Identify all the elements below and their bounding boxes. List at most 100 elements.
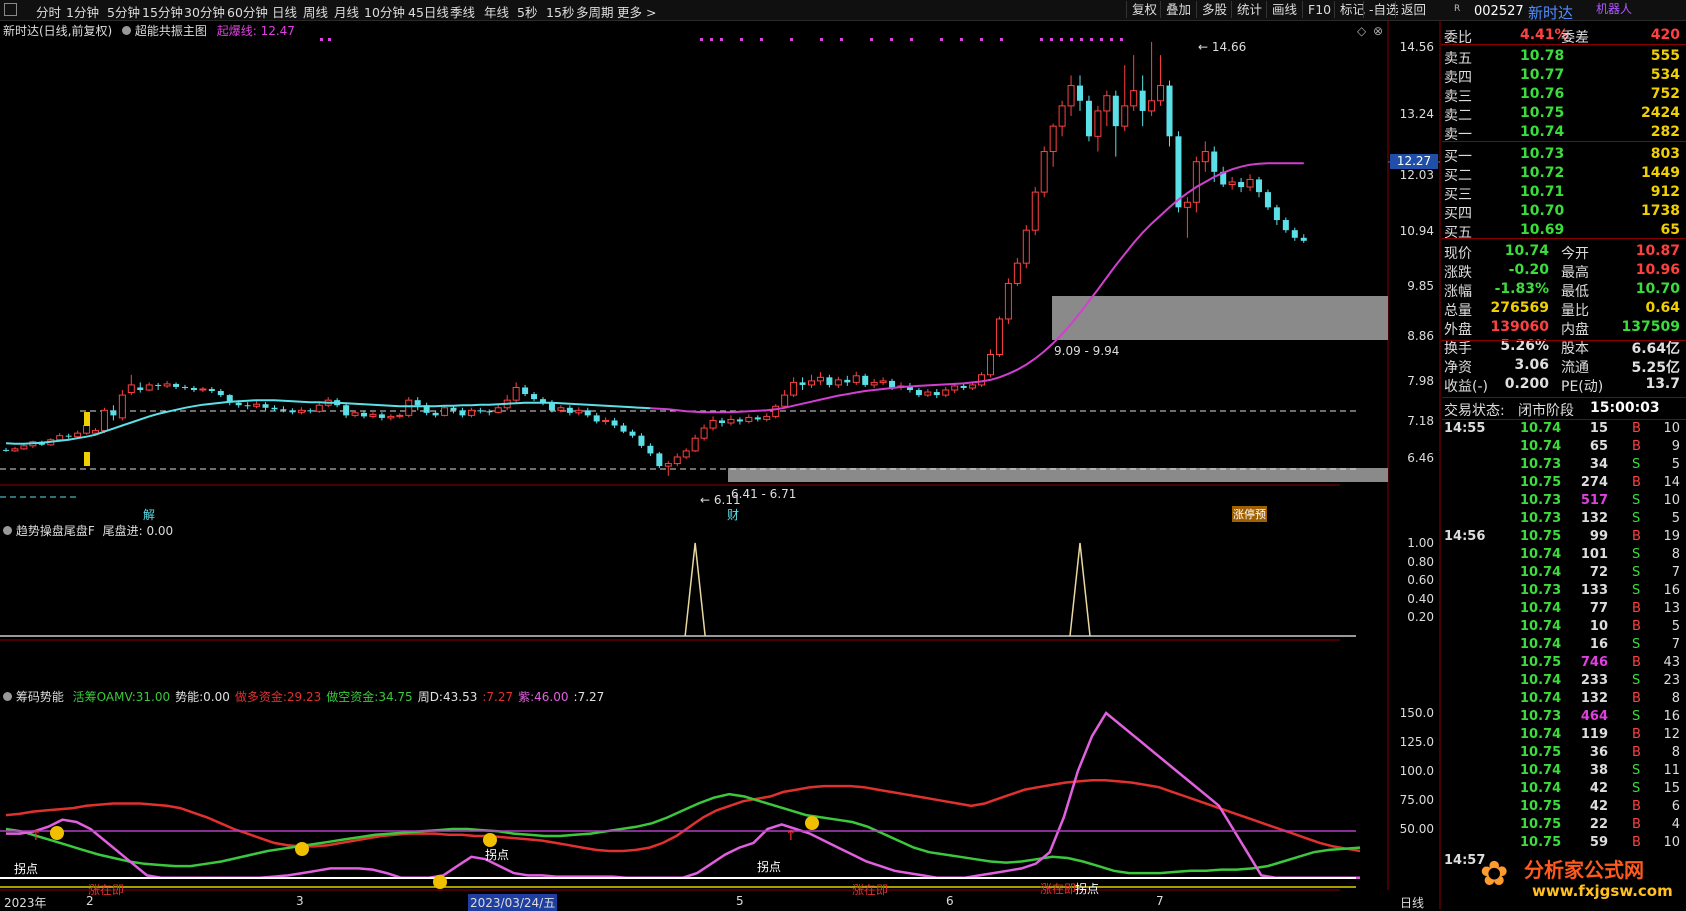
tick-side: B bbox=[1632, 529, 1641, 544]
candle-body bbox=[790, 381, 798, 396]
candle-body bbox=[951, 385, 959, 391]
candle-body bbox=[593, 415, 600, 422]
signal-dot bbox=[1090, 38, 1093, 41]
tick-volume: 72 bbox=[1589, 565, 1608, 580]
tick-time: 14:56 bbox=[1444, 529, 1486, 544]
candle-body bbox=[557, 407, 565, 411]
tick-row: 10.74 10 B 5 bbox=[1444, 619, 1684, 637]
sub1-name[interactable]: 趋势操盘尾盘F bbox=[16, 524, 95, 538]
ask-row: 卖三 10.76 752 bbox=[1444, 86, 1684, 105]
smiley-icon bbox=[433, 875, 447, 889]
quote-label: 外盘 bbox=[1444, 322, 1472, 338]
tick-volume: 233 bbox=[1580, 673, 1608, 688]
tick-price: 10.75 bbox=[1520, 655, 1562, 670]
trade-status-value: 闭市阶段 bbox=[1518, 403, 1574, 419]
tick-volume: 101 bbox=[1580, 547, 1608, 562]
candle-body bbox=[1139, 90, 1146, 111]
candle-body bbox=[1201, 151, 1209, 163]
tick-price: 10.74 bbox=[1520, 673, 1562, 688]
candle-body bbox=[100, 409, 108, 432]
tick-price: 10.74 bbox=[1520, 439, 1562, 454]
quote-label: 收益(-) bbox=[1444, 379, 1488, 395]
ask-label: 卖五 bbox=[1444, 51, 1472, 67]
tick-price: 10.73 bbox=[1520, 493, 1562, 508]
tick-count: 14 bbox=[1663, 475, 1680, 490]
tick-volume: 22 bbox=[1589, 817, 1608, 832]
sub1-item-value: 0.00 bbox=[146, 524, 174, 538]
price-tick: 8.86 bbox=[1407, 329, 1434, 344]
sub2-item-value: 0.00 bbox=[203, 690, 230, 704]
tick-side: B bbox=[1632, 817, 1641, 832]
candle-body bbox=[584, 410, 591, 416]
tick-price: 10.74 bbox=[1520, 601, 1562, 616]
tick-volume: 77 bbox=[1589, 601, 1608, 616]
candle-body bbox=[1175, 136, 1182, 208]
tick-price: 10.74 bbox=[1520, 547, 1562, 562]
sub1-tick: 0.80 bbox=[1407, 554, 1434, 569]
close-icon[interactable]: ⊗ bbox=[1373, 24, 1383, 38]
trade-status-time: 15:00:03 bbox=[1590, 400, 1660, 416]
quote-label2: 今开 bbox=[1561, 246, 1589, 262]
sub1-spike bbox=[684, 542, 706, 637]
tick-price: 10.74 bbox=[1520, 637, 1562, 652]
candle-body bbox=[719, 420, 725, 423]
signal-dot bbox=[980, 38, 983, 41]
candle-body bbox=[1211, 151, 1218, 172]
candle-body bbox=[1031, 191, 1039, 231]
tick-side: B bbox=[1632, 727, 1641, 742]
candle-body bbox=[1166, 85, 1173, 137]
tick-volume: 10 bbox=[1589, 619, 1608, 634]
tick-row: 10.73 34 S 5 bbox=[1444, 457, 1684, 475]
signal-dot bbox=[700, 38, 703, 41]
bid-label: 买三 bbox=[1444, 187, 1472, 203]
bid-volume: 1738 bbox=[1641, 203, 1680, 219]
price-tick: 10.94 bbox=[1399, 223, 1434, 238]
period-label: 日线 bbox=[1400, 896, 1425, 910]
candle-body bbox=[74, 432, 82, 438]
sub2-name[interactable]: 筹码势能 bbox=[16, 690, 64, 704]
candle-body bbox=[1040, 151, 1048, 193]
tick-count: 9 bbox=[1671, 439, 1680, 454]
concept-tag[interactable]: 机器人 bbox=[1596, 0, 1632, 17]
chart-canvas[interactable] bbox=[0, 0, 1444, 909]
candle-body bbox=[83, 425, 91, 434]
tick-row: 10.74 77 B 13 bbox=[1444, 601, 1684, 619]
quote-value: 10.74 bbox=[1504, 243, 1549, 259]
signal-dot bbox=[320, 38, 323, 41]
tick-row: 10.75 274 B 14 bbox=[1444, 475, 1684, 493]
marker-zhangting: 涨停预 bbox=[1232, 506, 1267, 522]
tick-row: 10.74 119 B 12 bbox=[1444, 727, 1684, 745]
candle-body bbox=[1130, 90, 1138, 107]
tick-side: S bbox=[1632, 673, 1641, 688]
tick-volume: 464 bbox=[1580, 709, 1608, 724]
candle-body bbox=[235, 402, 242, 406]
candle-body bbox=[1077, 85, 1083, 101]
candle-body bbox=[127, 384, 135, 394]
candle-body bbox=[396, 414, 404, 417]
settings-diamond-icon[interactable]: ◇ bbox=[1357, 24, 1366, 38]
candle-body bbox=[3, 449, 9, 451]
candle-body bbox=[1085, 100, 1092, 137]
tick-count: 23 bbox=[1663, 673, 1680, 688]
tick-row: 14:56 10.75 99 B 19 bbox=[1444, 529, 1684, 547]
tick-side: S bbox=[1632, 781, 1641, 796]
tick-volume: 16 bbox=[1589, 637, 1608, 652]
tick-count: 5 bbox=[1671, 457, 1680, 472]
ask-price: 10.74 bbox=[1520, 124, 1565, 140]
quote-label2: 量比 bbox=[1561, 303, 1589, 319]
panel-separator bbox=[1442, 141, 1686, 142]
signal-dot bbox=[740, 38, 743, 41]
tick-side: B bbox=[1632, 619, 1641, 634]
stock-name[interactable]: 新时达 bbox=[1528, 2, 1573, 23]
quote-label: 现价 bbox=[1444, 246, 1472, 262]
tick-price: 10.75 bbox=[1520, 817, 1562, 832]
tick-price: 10.74 bbox=[1520, 421, 1562, 436]
candle-body bbox=[432, 412, 439, 416]
candle-body bbox=[244, 405, 251, 407]
indicator-name[interactable]: 超能共振主图 bbox=[135, 24, 207, 38]
sub2-annotation: 拐点 bbox=[14, 862, 39, 876]
trade-status-label: 交易状态: bbox=[1444, 403, 1505, 419]
signal-dot bbox=[720, 38, 723, 41]
support-zone-label: 6.41 - 6.71 bbox=[731, 487, 797, 501]
candle-body bbox=[297, 409, 305, 413]
